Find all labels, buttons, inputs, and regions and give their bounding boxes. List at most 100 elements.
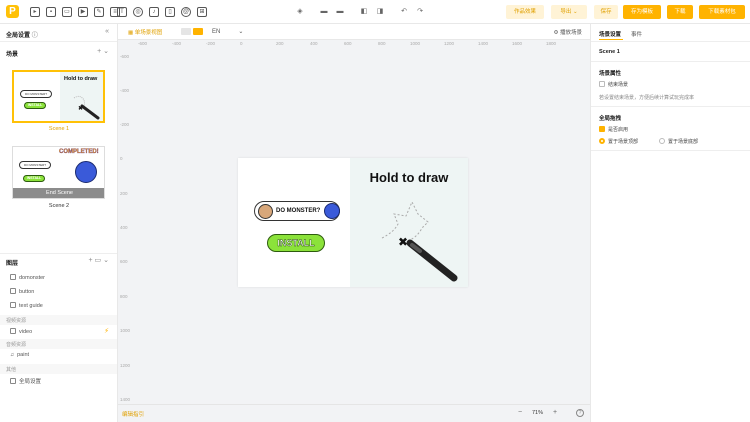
edit-guide-link[interactable]: 编辑指引 — [122, 410, 144, 418]
global-settings-label: 全局设置 — [6, 33, 31, 39]
stage-left-panel: DO MONSTER? INSTALL — [238, 158, 350, 287]
lightning-icon: ⚡ — [104, 328, 109, 335]
color-swatch-yellow[interactable] — [193, 28, 203, 35]
avatar — [258, 204, 273, 219]
info-icon: ⓘ — [31, 33, 38, 39]
tab-events[interactable]: 事件 — [631, 30, 642, 38]
chevron-down-icon[interactable]: ⌄ — [103, 257, 109, 264]
layer-item-settings[interactable]: 全局设置 — [10, 377, 41, 385]
scene-2-label[interactable]: Scene 2 — [0, 203, 118, 209]
scene-name: Scene 1 — [599, 49, 620, 55]
text-icon — [10, 302, 16, 308]
enable-checkbox[interactable]: 是否启用 — [599, 126, 628, 133]
redo-icon[interactable]: ↷ — [416, 8, 424, 16]
canvas-subbar: ▦ 单场景视图 EN ⌄ ⚙ 播放场景 — [118, 24, 590, 40]
grid-tool-icon[interactable]: ⊞ — [197, 7, 207, 17]
group-bg — [0, 364, 117, 374]
global-settings-title[interactable]: 全局设置 ⓘ — [6, 30, 38, 39]
layer-item-audio[interactable]: ♫ paint — [10, 352, 29, 358]
scene-thumbnail-2[interactable]: COMPLETED! DO MONSTER? INSTALL End Scene — [12, 146, 105, 199]
save-as-template-button[interactable]: 存为模板 — [623, 5, 661, 19]
zoom-out-button[interactable]: − — [518, 409, 522, 416]
app-logo[interactable]: P — [6, 5, 19, 18]
ruler-tick: 400 — [120, 225, 128, 230]
chevron-down-icon[interactable]: ⌄ — [103, 48, 109, 55]
layer-item-video[interactable]: video — [10, 328, 32, 335]
save-button[interactable]: 保存 — [594, 5, 618, 19]
ruler-tick: -200 — [206, 41, 216, 46]
text-tool-icon[interactable]: T — [117, 7, 127, 17]
image-icon — [10, 288, 16, 294]
divider — [591, 41, 750, 42]
scene-thumbnail-1[interactable]: Hold to draw DO MONSTER? INSTALL ✖ — [12, 70, 105, 123]
thumb-pen-icon: ✖ — [73, 95, 100, 120]
shape-tool-icon[interactable]: ◎ — [133, 7, 143, 17]
zoom-in-button[interactable]: + — [553, 409, 557, 416]
folder-icon[interactable]: ▭ — [95, 257, 102, 264]
layer-item[interactable]: button — [10, 288, 34, 295]
stage-right-panel: Hold to draw ✖ — [350, 158, 468, 287]
help-icon[interactable]: ? — [576, 409, 584, 417]
edit-tool-icon[interactable]: ✎ — [94, 7, 104, 17]
ruler-tick: 1200 — [120, 363, 131, 368]
download-button[interactable]: 下载 — [667, 5, 693, 19]
ruler-tick: 1000 — [410, 41, 421, 46]
layer-item[interactable]: text guide — [10, 302, 43, 309]
add-layer-icon[interactable]: + — [89, 257, 93, 264]
layers-icon[interactable]: ◈ — [296, 8, 304, 16]
option-bottom-label: 置于场景底部 — [668, 139, 699, 145]
ruler-tick: 600 — [120, 259, 128, 264]
draw-headline: Hold to draw — [369, 170, 449, 185]
ruler-tick: 600 — [344, 41, 352, 46]
play-scene-button[interactable]: ⚙ 播放场景 — [554, 28, 582, 36]
ruler-tick: 0 — [120, 156, 123, 161]
scene-props-title: 场景属性 — [599, 71, 622, 77]
download-all-button[interactable]: 下载素材包 — [699, 5, 745, 19]
frame-icon[interactable]: ▭ — [62, 7, 72, 17]
video-tool-icon[interactable]: ▶ — [78, 7, 88, 17]
pointer-icon[interactable]: ▸ — [30, 7, 40, 17]
single-view-toggle[interactable]: ▦ 单场景视图 — [128, 28, 162, 36]
view-icon: ▦ — [128, 30, 134, 36]
global-drag-title: 全局拖拽 — [599, 116, 622, 122]
single-view-label: 单场景视图 — [134, 30, 163, 36]
monster-banner[interactable]: DO MONSTER? — [254, 201, 340, 221]
enable-label: 是否启用 — [608, 127, 629, 133]
send-back-icon[interactable]: ◨ — [376, 8, 384, 16]
thumb2-monster-text: DO MONSTER? — [23, 163, 46, 167]
undo-icon[interactable]: ↶ — [400, 8, 408, 16]
preview-button[interactable]: 作品效果 — [506, 5, 544, 19]
tab-scene-settings[interactable]: 场景设置 — [599, 30, 621, 38]
radio-selected — [599, 138, 605, 144]
group-video-label: 视频资源 — [6, 318, 27, 324]
export-button[interactable]: 导出 ⌄ — [551, 5, 587, 19]
layer-item[interactable]: domonster — [10, 274, 45, 281]
thumb2-headline: COMPLETED! — [59, 149, 99, 155]
layer-label: paint — [17, 352, 30, 358]
layer-tools: + ▭ ⌄ — [89, 256, 110, 264]
chevron-down-icon: ⌄ — [238, 29, 244, 35]
audio-tool-icon[interactable]: ♪ — [149, 7, 159, 17]
color-swatch-grey[interactable] — [181, 28, 191, 35]
language-select[interactable]: EN ⌄ — [212, 28, 243, 35]
align-left-icon[interactable]: ▬ — [320, 8, 328, 16]
divider — [0, 41, 117, 42]
align-right-icon[interactable]: ▬ — [336, 8, 344, 16]
add-scene-icon[interactable]: + — [97, 48, 101, 55]
scene-stage[interactable]: DO MONSTER? INSTALL Hold to draw ✖ — [238, 158, 468, 287]
ruler-tick: 200 — [120, 191, 128, 196]
install-button[interactable]: INSTALL — [267, 234, 325, 252]
collapse-left-icon[interactable]: « — [105, 28, 109, 35]
layer-label: domonster — [19, 275, 45, 281]
image-icon[interactable]: ▪ — [46, 7, 56, 17]
scene-1-label[interactable]: Scene 1 — [0, 126, 118, 132]
option-top-radio[interactable]: 置于场景顶部 — [599, 138, 638, 145]
option-bottom-radio[interactable]: 置于场景底部 — [659, 138, 698, 145]
document-tool-icon[interactable]: ▯ — [165, 7, 175, 17]
at-sign-icon[interactable]: @ — [181, 7, 191, 17]
thumb-install: INSTALL — [24, 102, 46, 109]
bring-front-icon[interactable]: ◧ — [360, 8, 368, 16]
active-tab-underline — [599, 39, 623, 40]
end-scene-checkbox[interactable]: 结束场景 — [599, 81, 628, 88]
ruler-tick: 1600 — [512, 41, 523, 46]
